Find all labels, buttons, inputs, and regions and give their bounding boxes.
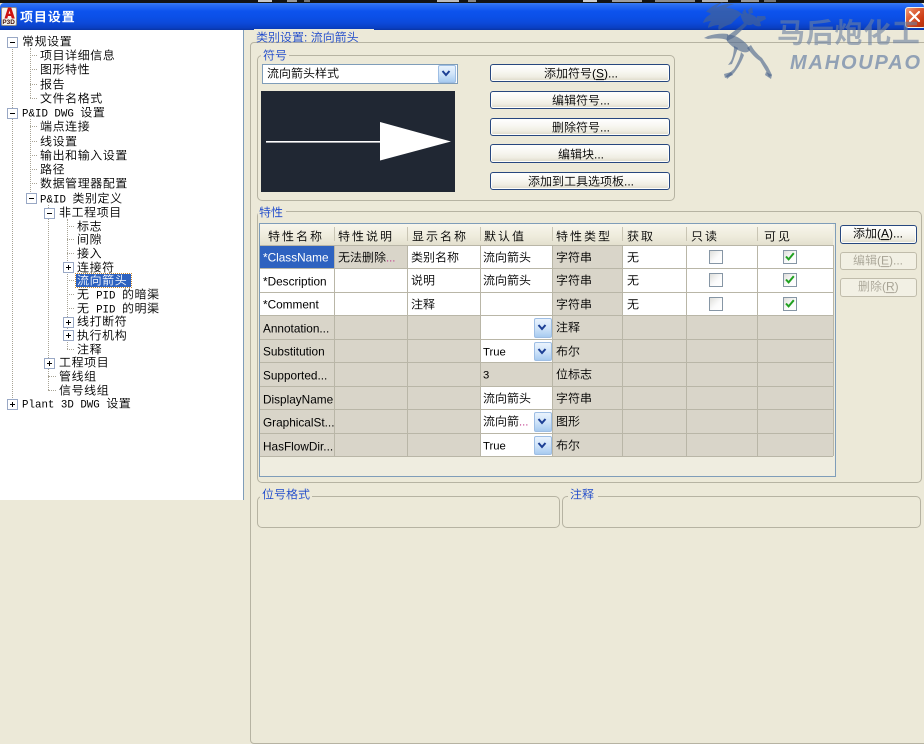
svg-text:P3D: P3D	[2, 19, 15, 26]
svg-text:...: ...	[386, 252, 395, 264]
svg-text:True: True	[483, 440, 506, 452]
svg-text:Supported...: Supported...	[263, 369, 327, 383]
svg-text:...: ...	[600, 121, 610, 135]
svg-text:GraphicalSt...: GraphicalSt...	[263, 416, 334, 430]
svg-text:*Description: *Description	[263, 274, 327, 288]
svg-text:(S)...: (S)...	[592, 67, 618, 81]
svg-text:Plant 3D DWG: Plant 3D DWG	[22, 400, 106, 412]
svg-text:...: ...	[594, 147, 604, 161]
svg-text::: :	[304, 31, 311, 45]
svg-text:(A)...: (A)...	[877, 227, 903, 241]
svg-text:(R): (R)	[882, 280, 899, 294]
svg-text:Annotation...: Annotation...	[263, 322, 329, 336]
svg-text:*Comment: *Comment	[263, 298, 319, 312]
svg-text:*ClassName: *ClassName	[263, 251, 329, 265]
svg-text:...: ...	[624, 175, 634, 189]
svg-text:(E)...: (E)...	[877, 254, 903, 268]
svg-text:True: True	[483, 346, 506, 358]
svg-text:P&ID DWG: P&ID DWG	[22, 109, 80, 121]
svg-text:...: ...	[600, 94, 610, 108]
svg-text:...: ...	[519, 417, 528, 429]
svg-text:3: 3	[483, 370, 489, 382]
svg-text:DisplayName: DisplayName	[263, 392, 334, 406]
svg-text:HasFlowDir...: HasFlowDir...	[263, 439, 333, 453]
svg-text:MAHOUPAO: MAHOUPAO	[790, 52, 922, 74]
svg-text:Substitution: Substitution	[263, 345, 325, 359]
svg-text:P&ID: P&ID	[40, 194, 72, 206]
